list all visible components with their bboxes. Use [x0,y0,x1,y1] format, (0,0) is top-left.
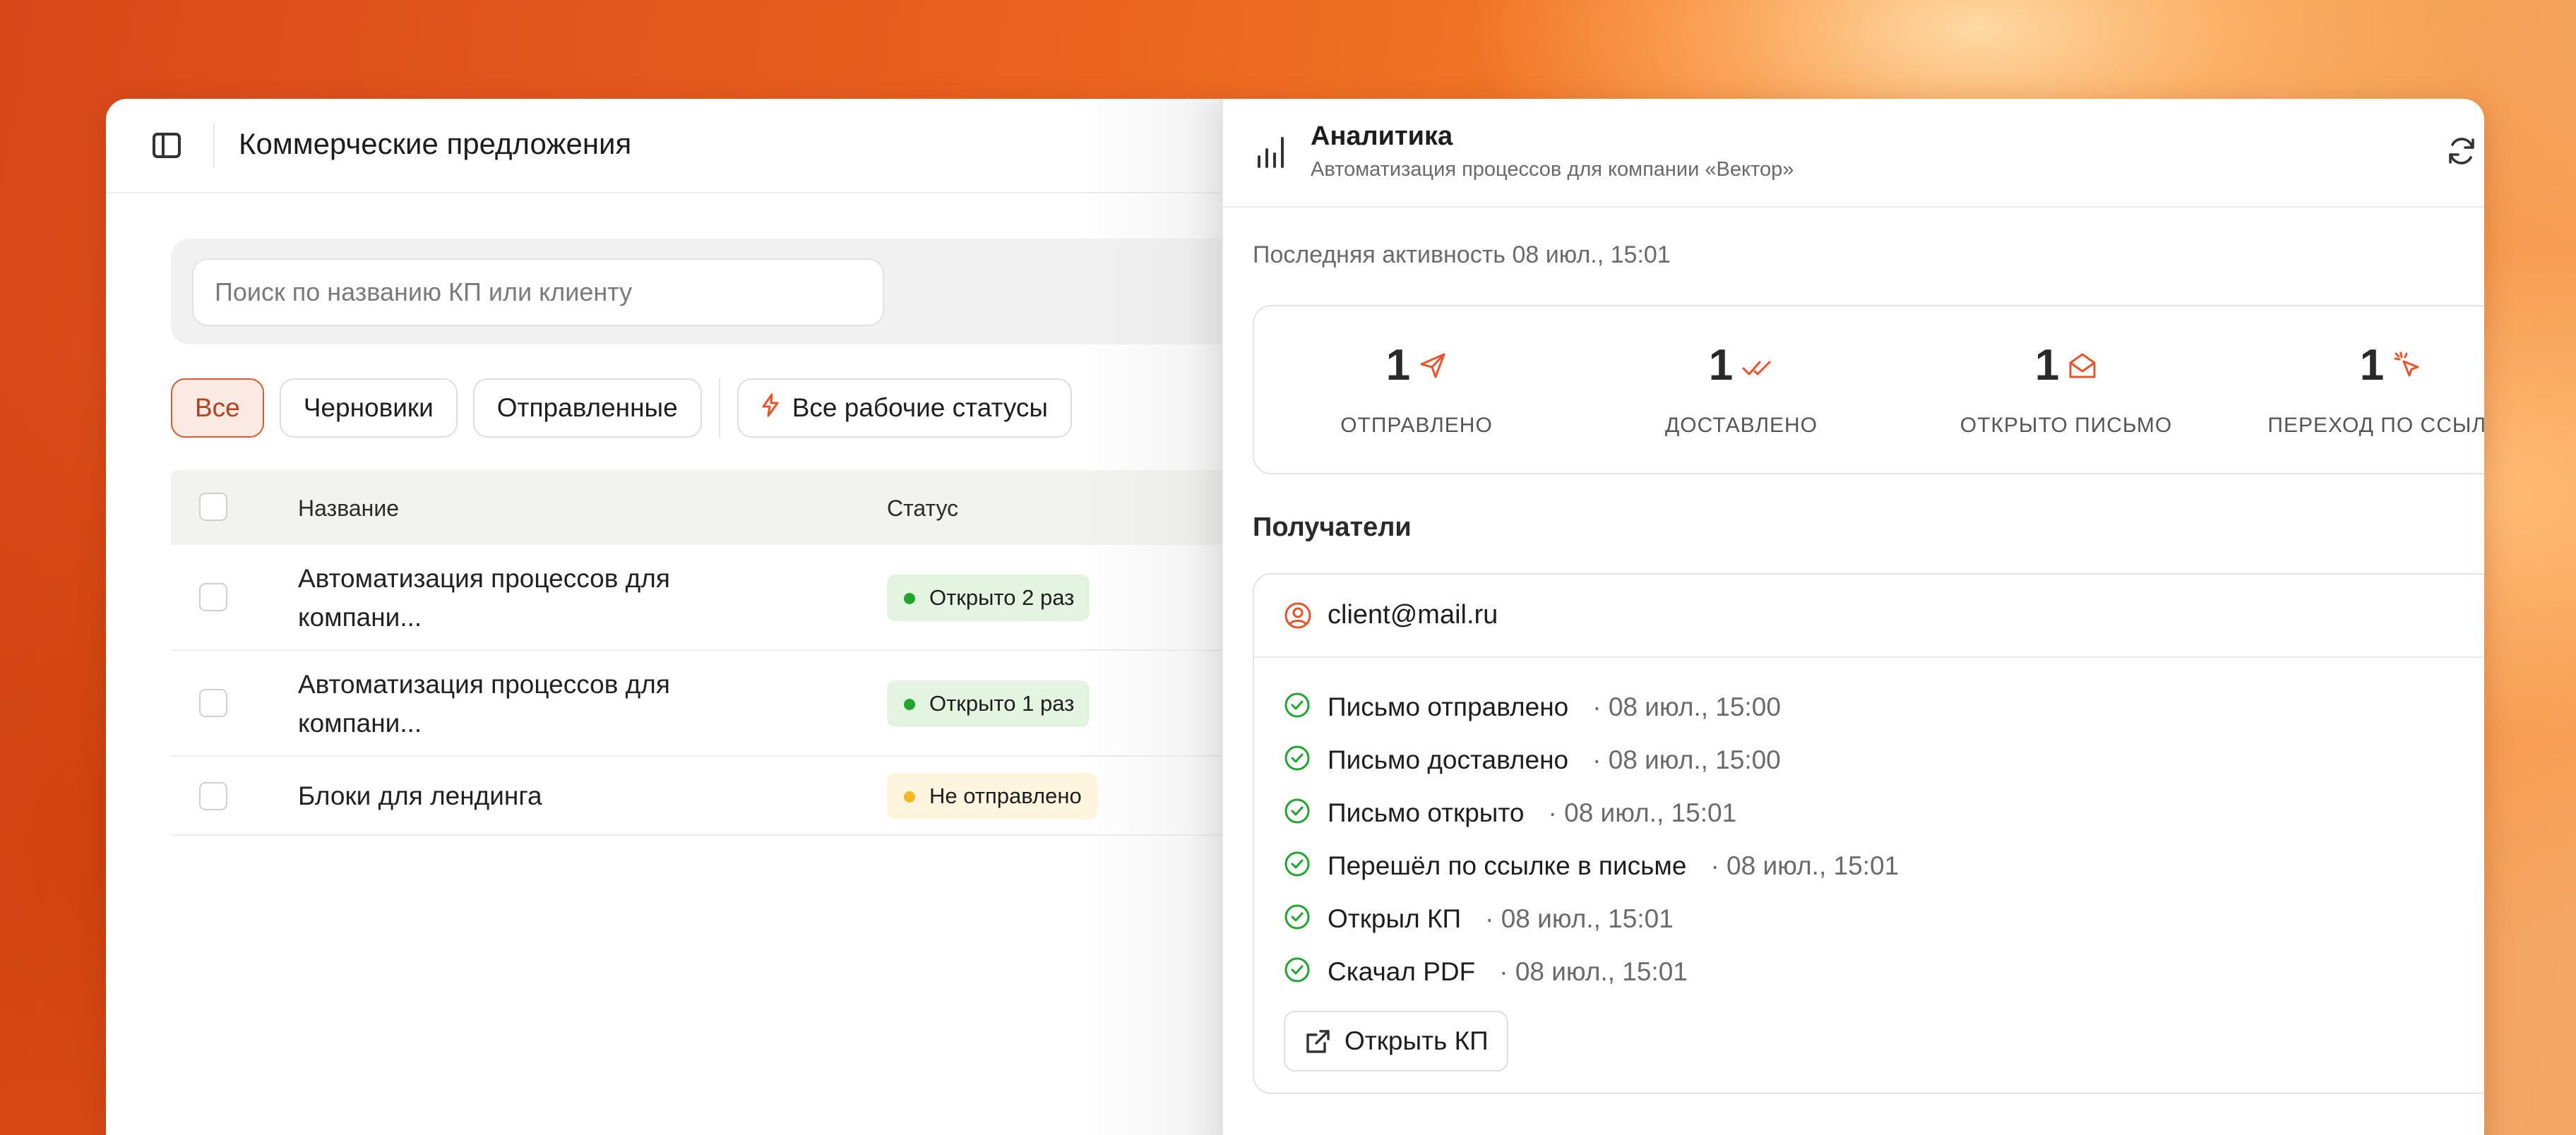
filter-sent[interactable]: Отправленные [472,378,702,438]
row-name: Автоматизация процессов для компани... [298,564,670,632]
topbar: Коммерческие предложения [106,99,1250,193]
row-name: Автоматизация процессов для компани... [298,670,670,738]
check-circle-icon [1284,798,1311,828]
event-label: Открыл КП [1328,903,1462,933]
select-all-checkbox[interactable] [199,493,227,521]
lightning-icon [761,393,780,424]
stat-value-row: 1 [1254,340,1579,390]
event-time: · 08 июл., 15:00 [1592,692,1781,721]
recipient-email: client@mail.ru [1328,600,1498,630]
proposals-list-view: Коммерческие предложения Все Черновики О… [106,99,1315,1135]
stat-value-row: 1 [1579,340,1904,390]
stat-label: ОТПРАВЛЕНО [1340,414,1493,437]
stat-value: 1 [2034,341,2060,390]
event-time: · 08 июл., 15:00 [1592,745,1781,774]
double-check-icon [1741,340,1774,390]
filter-label: Все рабочие статусы [792,393,1049,422]
last-activity: Последняя активность 08 июл., 15:01 [1253,241,1671,268]
stat-label: ПЕРЕХОД ПО ССЫЛКЕ [2267,414,2484,437]
filter-all[interactable]: Все [171,378,264,438]
external-link-icon [1304,1028,1332,1062]
divider [213,123,215,168]
status-badge: Открыто 1 раз [887,680,1090,727]
sidebar-toggle-icon[interactable] [153,133,181,158]
stat-value: 1 [1708,341,1734,390]
stat-sent: 1 ОТПРАВЛЕНО [1254,306,1579,473]
stat-value: 1 [2359,341,2385,390]
event-label: Скачал PDF [1328,956,1476,986]
check-circle-icon [1284,692,1311,722]
status-badge: Не отправлено [887,773,1097,819]
filter-chips: Все Черновики Отправленные Все рабочие с… [171,378,1073,438]
open-proposal-button[interactable]: Открыть КП [1284,1011,1508,1071]
event-label: Письмо открыто [1328,798,1525,827]
panel-header: Аналитика Автоматизация процессов для ко… [1223,99,2484,208]
table-row[interactable]: Автоматизация процессов для компани... О… [171,545,1272,651]
event-time: · 08 июл., 15:01 [1485,903,1674,933]
mail-open-icon [2068,340,2097,390]
stat-value: 1 [1385,341,1411,390]
event-time: · 08 июл., 15:01 [1548,798,1737,827]
open-proposal-label: Открыть КП [1344,1026,1489,1055]
check-circle-icon [1284,956,1311,987]
check-circle-icon [1284,851,1311,881]
event-item: Письмо отправлено · 08 июл., 15:00 [1284,680,1899,733]
app-window: Коммерческие предложения Все Черновики О… [106,99,2484,1135]
stat-opened: 1 ОТКРЫТО ПИСЬМО [1904,306,2229,473]
cursor-click-icon [2392,340,2422,390]
row-checkbox[interactable] [199,583,227,611]
event-item: Скачал PDF · 08 июл., 15:01 [1284,945,1899,998]
row-checkbox[interactable] [199,689,227,717]
search-input[interactable] [192,258,884,326]
panel-subtitle: Автоматизация процессов для компании «Ве… [1311,158,1794,181]
filter-work-statuses[interactable]: Все рабочие статусы [737,378,1073,438]
filter-label: Все [195,393,240,422]
search-bar [171,239,1315,344]
filter-label: Черновики [303,393,434,422]
event-item: Перешёл по ссылке в письме · 08 июл., 15… [1284,839,1899,892]
table-row[interactable]: Блоки для лендинга Не отправлено [171,757,1272,836]
stat-label: ОТКРЫТО ПИСЬМО [1960,414,2173,437]
stat-value-row: 1 [1904,340,2229,390]
proposals-table: Название Статус Автоматизация процессов … [171,470,1272,836]
event-time: · 08 июл., 15:01 [1499,956,1688,986]
user-icon [1284,601,1312,633]
table-header: Название Статус [171,470,1272,545]
row-checkbox[interactable] [199,782,227,810]
event-timeline: Письмо отправлено · 08 июл., 15:00 Письм… [1284,680,1899,998]
filter-drafts[interactable]: Черновики [279,378,458,438]
row-name: Блоки для лендинга [298,781,542,810]
event-item: Открыл КП · 08 июл., 15:01 [1284,892,1899,945]
analytics-panel: Аналитика Автоматизация процессов для ко… [1222,99,2484,1135]
stat-link-click: 1 ПЕРЕХОД ПО ССЫЛКЕ [2229,306,2484,473]
panel-title: Аналитика [1311,121,1453,151]
stats-card: 1 ОТПРАВЛЕНО 1 ДОСТАВЛЕНО 1 ОТКРЫТО ПИСЬ… [1253,305,2484,474]
event-label: Письмо отправлено [1328,692,1569,721]
event-time: · 08 июл., 15:01 [1710,851,1900,880]
stat-label: ДОСТАВЛЕНО [1664,414,1818,437]
event-label: Письмо доставлено [1328,745,1569,774]
send-icon [1419,340,1447,390]
filter-label: Отправленные [496,393,678,422]
event-label: Перешёл по ссылке в письме [1328,851,1687,880]
event-item: Письмо доставлено · 08 июл., 15:00 [1284,733,1899,786]
check-circle-icon [1284,903,1311,934]
table-row[interactable]: Автоматизация процессов для компани... О… [171,651,1272,757]
stat-delivered: 1 ДОСТАВЛЕНО [1579,306,1904,473]
check-circle-icon [1284,745,1311,775]
column-header-status: Статус [887,496,959,521]
recipient-header: client@mail.ru [1254,575,2484,658]
status-badge: Открыто 2 раз [887,575,1090,621]
column-header-name: Название [298,496,399,521]
refresh-icon[interactable] [2446,136,2477,170]
recipient-card: client@mail.ru Письмо отправлено · 08 ию… [1253,573,2484,1094]
page-title: Коммерческие предложения [239,127,632,160]
recipients-title: Получатели [1253,512,1412,542]
event-item: Письмо открыто · 08 июл., 15:01 [1284,786,1899,839]
stat-value-row: 1 [2229,340,2484,390]
bar-chart-icon [1256,136,1285,172]
divider [718,378,720,438]
